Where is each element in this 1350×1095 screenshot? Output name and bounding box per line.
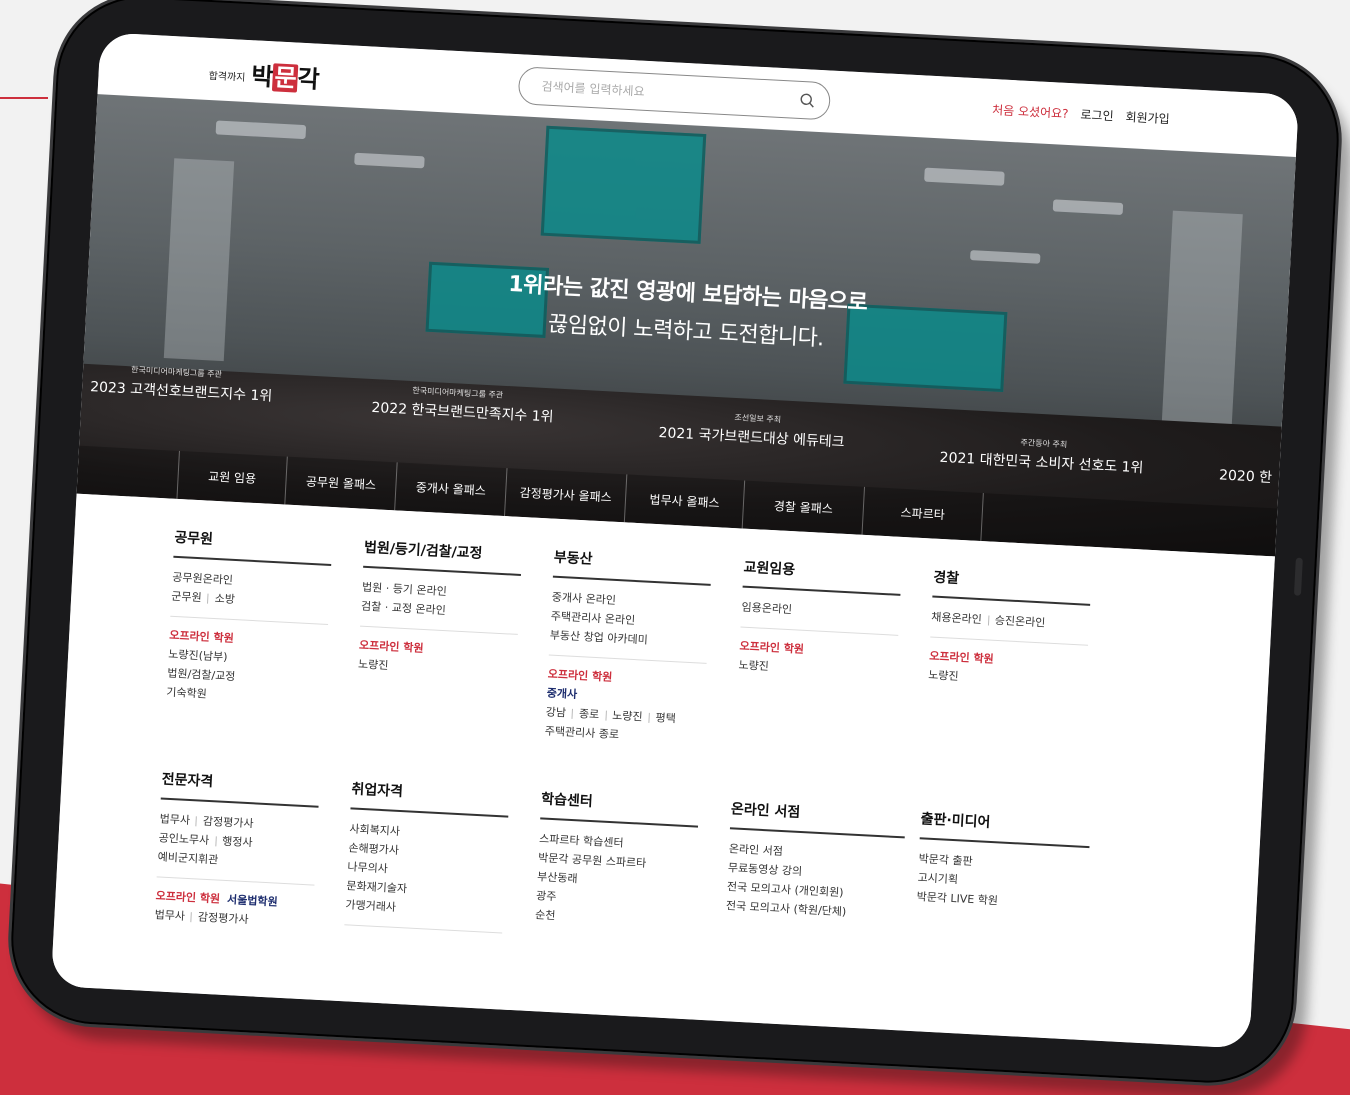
category-title: 취업자격 [350, 778, 510, 818]
menu-link[interactable]: 감정평가사 [198, 911, 249, 927]
category-job: 취업자격 사회복지사 손해평가사 나무의사 문화재기술자 가맹거래사 [344, 778, 510, 942]
separator [195, 816, 198, 827]
menu-link[interactable]: 임용온라인 [741, 598, 900, 625]
category-media: 출판·미디어 박문각 출판 고시기획 박문각 LIVE 학원 [916, 808, 1092, 915]
search-bar [517, 66, 832, 121]
menu-link[interactable]: 평택 [655, 711, 676, 725]
search-icon[interactable] [799, 92, 816, 109]
logo-char: 박 [250, 62, 274, 92]
category-title: 전문자격 [160, 768, 321, 808]
award-title: 2020 한 [1218, 467, 1273, 487]
search-icon-glyph [800, 93, 814, 108]
menu-link[interactable]: 법무사 [159, 812, 190, 827]
logo-brand: 박문각 [251, 56, 320, 94]
category-menu: 공무원 공무원온라인 군무원 소방 오프라인 학원 노량진(남부) 법원/검찰/교… [50, 493, 1275, 1049]
menu-link[interactable]: 소방 [214, 592, 235, 606]
category-pro: 전문자격 법무사 감정평가사 공인노무사 행정사 예비군지휘관 오프라인 학원 서울… [154, 768, 321, 932]
category-gongmuwon: 공무원 공무원온라인 군무원 소방 오프라인 학원 노량진(남부) 법원/검찰/교… [166, 526, 333, 710]
menu-link[interactable]: 채용온라인 [931, 611, 982, 627]
menu-link[interactable]: 법무사 [154, 908, 185, 923]
award-item: 2020 한 [1219, 461, 1273, 487]
divider [740, 626, 899, 636]
decorative-line [0, 97, 48, 99]
tablet-frame: 합격까지 박문각 처음 오셨어요? 로그인 회원가입 [3, 0, 1347, 1091]
nav-item-appraiser[interactable]: 감정평가사 올패스 [503, 468, 627, 523]
menu-link[interactable]: 군무원 [171, 590, 202, 605]
divider [170, 615, 329, 625]
category-police: 경찰 채용온라인 승진온라인 오프라인 학원 노량진 [928, 566, 1092, 693]
logo-char-highlight: 문 [271, 63, 299, 93]
hero-banner: 1위라는 값진 영광에 보답하는 마음으로 끊임없이 노력하고 도전합니다. 한… [76, 94, 1296, 557]
signup-link[interactable]: 회원가입 [1125, 108, 1170, 127]
category-title: 법원/등기/검찰/교정 [363, 536, 523, 576]
divider [548, 654, 707, 664]
nav-item-sparta[interactable]: 스파르타 [861, 486, 984, 542]
category-title: 학습센터 [540, 788, 700, 828]
ceiling-light [1052, 199, 1124, 215]
nav-item-police[interactable]: 경찰 올패스 [741, 480, 865, 535]
category-title: 공무원 [173, 526, 333, 567]
ceiling-light [215, 120, 307, 140]
award-item: 한국미디어마케팅그룹 주관 2022 한국브랜드만족지수 1위 [371, 383, 555, 426]
menu-link[interactable]: 종로 [579, 707, 600, 721]
menu-link[interactable]: 감정평가사 [203, 815, 254, 831]
category-court: 법원/등기/검찰/교정 법원 · 등기 온라인 검찰 · 교정 온라인 오프라인… [358, 536, 523, 682]
category-teacher: 교원임용 임용온라인 오프라인 학원 노량진 [738, 556, 902, 683]
ceiling-light [354, 152, 425, 169]
separator [207, 593, 209, 604]
category-title: 출판·미디어 [919, 808, 1092, 849]
search-input[interactable] [541, 79, 800, 107]
logo-char: 각 [296, 64, 320, 94]
login-link[interactable]: 로그인 [1080, 106, 1114, 125]
category-title: 교원임용 [742, 556, 902, 596]
divider [344, 924, 503, 934]
separator [190, 912, 193, 923]
menu-link[interactable]: 강남 [545, 705, 566, 719]
ceiling-light [970, 250, 1041, 264]
menu-link[interactable]: 승진온라인 [994, 614, 1045, 630]
lecture-screen [540, 125, 707, 244]
nav-item-gongmuwon[interactable]: 공무원 올패스 [284, 456, 397, 511]
divider [156, 876, 315, 886]
nav-item-teacher[interactable]: 교원 임용 [176, 450, 287, 505]
category-realestate: 부동산 중개사 온라인 주택관리사 온라인 부동산 창업 아카데미 오프라인 학… [544, 546, 713, 749]
category-title: 부동산 [552, 546, 713, 586]
separator [604, 710, 607, 721]
menu-link[interactable]: 노량진 [612, 709, 643, 724]
site-logo[interactable]: 합격까지 박문각 [208, 54, 320, 95]
first-visit-link[interactable]: 처음 오셨어요? [992, 101, 1069, 122]
seoul-law-academy-link[interactable]: 서울법학원 [227, 893, 278, 909]
tablet-screen: 합격까지 박문각 처음 오셨어요? 로그인 회원가입 [50, 32, 1300, 1049]
separator [987, 615, 990, 626]
award-item: 조선일보 주최 2021 국가브랜드대상 에듀테크 [658, 408, 846, 452]
separator [214, 836, 217, 847]
nav-item-broker[interactable]: 중개사 올패스 [394, 462, 507, 517]
nav-item-judicial[interactable]: 법무사 올패스 [623, 474, 745, 529]
ceiling-light [924, 167, 1005, 186]
offline-academy-label: 오프라인 학원 [155, 889, 221, 906]
category-title: 경찰 [932, 566, 1092, 606]
category-study: 학습센터 스파르타 학습센터 박문각 공무원 스파르타 부산동래 광주 순천 [535, 788, 700, 932]
category-title: 온라인 서점 [729, 798, 907, 839]
menu-link[interactable]: 공인노무사 [158, 831, 209, 847]
separator [571, 708, 574, 719]
top-links: 처음 오셨어요? 로그인 회원가입 [992, 101, 1170, 127]
hero-text: 1위라는 값진 영광에 보답하는 마음으로 끊임없이 노력하고 도전합니다. [86, 244, 1288, 377]
divider [360, 625, 518, 635]
logo-slogan: 합격까지 [208, 70, 246, 84]
divider [930, 636, 1089, 646]
menu-row: 채용온라인 승진온라인 [931, 608, 1090, 635]
category-books: 온라인 서점 온라인 서점 무료동영상 강의 전국 모의고사 (개인회원) 전국… [725, 798, 907, 924]
award-item: 한국미디어마케팅그룹 주관 2023 고객선호브랜드지수 1위 [90, 362, 274, 405]
menu-link[interactable]: 행정사 [222, 835, 253, 850]
camera-notch [1293, 557, 1303, 596]
separator [648, 712, 650, 723]
